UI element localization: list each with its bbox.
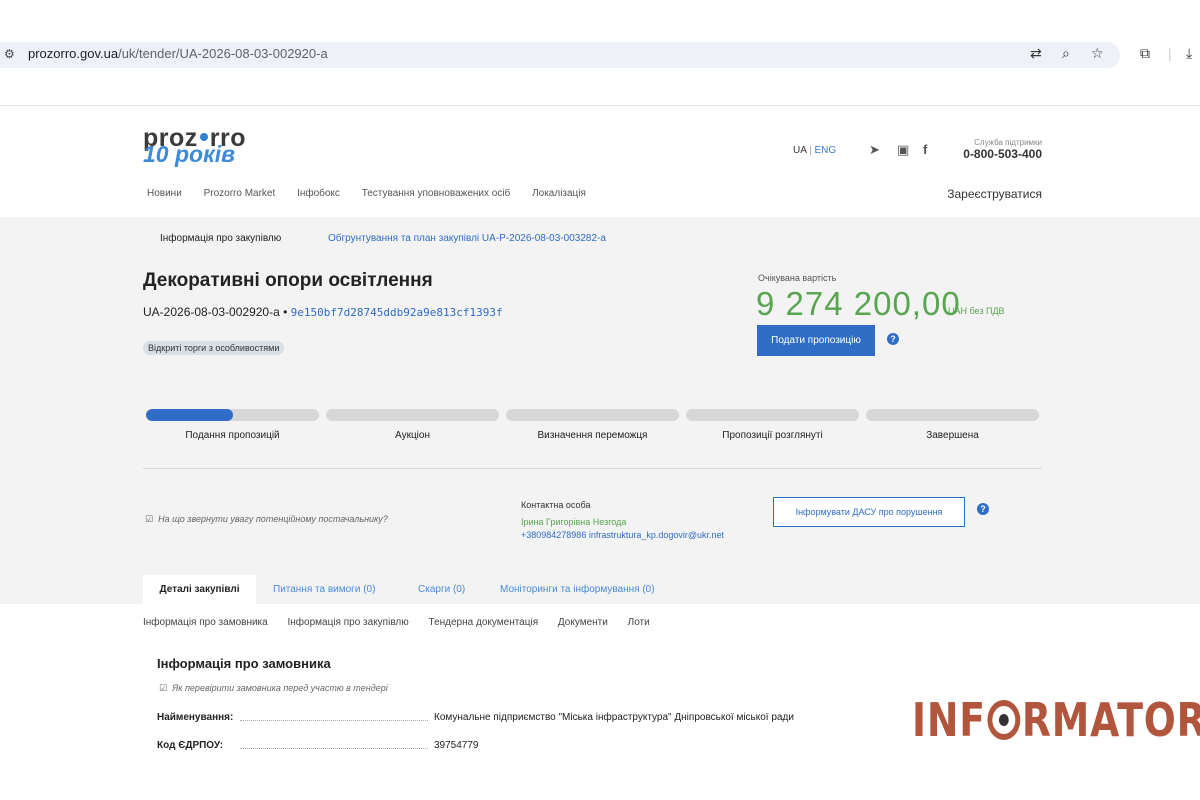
submit-proposal-button[interactable]: Подати пропозицію bbox=[757, 325, 875, 356]
watermark-left: INF bbox=[912, 693, 986, 747]
contact-name: Ірина Григорівна Незгода bbox=[521, 517, 627, 527]
extensions-icon[interactable]: ⧉ bbox=[1140, 45, 1150, 62]
support-phone[interactable]: 0-800-503-400 bbox=[963, 147, 1042, 161]
tender-summary: Інформація про закупівлю Обгрунтування т… bbox=[0, 217, 1200, 604]
browser-address-bar: ⚙ prozorro.gov.ua/uk/tender/UA-2026-08-0… bbox=[0, 38, 1200, 68]
register-link[interactable]: Зареєструватися bbox=[947, 187, 1042, 201]
progress-step-2-bar bbox=[326, 409, 499, 421]
lang-eng[interactable]: ENG bbox=[815, 145, 837, 156]
section-link-lots[interactable]: Лоти bbox=[628, 617, 650, 628]
nav-market[interactable]: Prozorro Market bbox=[204, 188, 276, 199]
url-domain: prozorro.gov.ua bbox=[28, 46, 119, 61]
price-label: Очікувана вартість bbox=[758, 273, 837, 283]
expected-price: 9 274 200,00 bbox=[756, 285, 961, 322]
section-link-procurement[interactable]: Інформація про закупівлю bbox=[288, 617, 409, 628]
support-label: Служба підтримки bbox=[974, 138, 1042, 147]
progress-step-4-label: Пропозиції розглянуті bbox=[722, 430, 823, 441]
language-switcher: UA | ENG bbox=[793, 145, 836, 156]
tab-monitoring[interactable]: Моніторинги та інформування (0) bbox=[500, 584, 655, 595]
section-link-documents[interactable]: Документи bbox=[558, 617, 608, 628]
help-icon[interactable]: ? bbox=[887, 333, 899, 345]
lang-separator: | bbox=[809, 145, 812, 156]
url-path: /uk/tender/UA-2026-08-03-002920-a bbox=[118, 46, 328, 61]
edrpou-value: 39754779 bbox=[434, 740, 479, 751]
external-link-icon: ☑ bbox=[159, 683, 168, 693]
subtab-plan-link[interactable]: Обгрунтування та план закупівлі UA-P-202… bbox=[328, 233, 606, 244]
nav-news[interactable]: Новини bbox=[147, 188, 182, 199]
prozorro-logo[interactable]: proz rro 10 років bbox=[143, 126, 246, 167]
zoom-icon[interactable]: ⌕ bbox=[1062, 45, 1070, 62]
dotted-leader bbox=[240, 748, 428, 749]
facebook-icon[interactable]: f bbox=[923, 142, 927, 157]
nav-testing[interactable]: Тестування уповноважених осіб bbox=[362, 188, 511, 199]
page-title: Декоративні опори освітлення bbox=[143, 270, 433, 291]
progress-step-1-bar bbox=[146, 409, 319, 421]
customer-section-title: Інформація про замовника bbox=[157, 656, 331, 671]
supplier-hint-link[interactable]: ☑ На що звернути увагу потенційному пост… bbox=[145, 514, 388, 525]
support-block: Служба підтримки 0-800-503-400 bbox=[963, 138, 1042, 161]
tab-questions[interactable]: Питання та вимоги (0) bbox=[273, 584, 375, 595]
price-unit: UAH без ПДВ bbox=[948, 306, 1005, 316]
tender-hash[interactable]: 9e150bf7d28745ddb92a9e813cf1393f bbox=[291, 306, 503, 319]
nav-localization[interactable]: Локалізація bbox=[532, 188, 586, 199]
download-icon[interactable]: ⤓ bbox=[1186, 45, 1192, 62]
procedure-badge: Відкриті торги з особливостями bbox=[143, 341, 285, 355]
details-section-nav: Інформація про замовника Інформація про … bbox=[143, 617, 667, 628]
telegram-icon[interactable]: ➤ bbox=[869, 142, 880, 158]
progress-step-2-label: Аукціон bbox=[395, 430, 430, 441]
tender-id-line: UA-2026-08-03-002920-a • 9e150bf7d28745d… bbox=[143, 305, 503, 319]
tender-id: UA-2026-08-03-002920-a bbox=[143, 305, 280, 319]
tender-id-separator: • bbox=[283, 305, 288, 319]
external-link-icon: ☑ bbox=[145, 514, 154, 524]
translate-icon[interactable]: ⇄ bbox=[1030, 45, 1042, 62]
youtube-icon[interactable]: ▣ bbox=[897, 142, 909, 158]
report-dasu-button[interactable]: Інформувати ДАСУ про порушення bbox=[773, 497, 965, 527]
watermark-right: RMATOR bbox=[1021, 693, 1200, 747]
informator-watermark: INF RMATOR bbox=[912, 693, 1200, 747]
lang-ua[interactable]: UA bbox=[793, 145, 806, 156]
section-link-customer[interactable]: Інформація про замовника bbox=[143, 617, 268, 628]
section-divider bbox=[143, 468, 1042, 469]
progress-step-1-fill bbox=[146, 409, 233, 421]
main-nav: Новини Prozorro Market Інфобокс Тестуван… bbox=[147, 188, 605, 199]
customer-name-label: Найменування: bbox=[157, 712, 234, 723]
watermark-eye-icon bbox=[987, 700, 1021, 740]
url-text[interactable]: prozorro.gov.ua/uk/tender/UA-2026-08-03-… bbox=[28, 46, 328, 61]
logo-anniversary: 10 років bbox=[143, 141, 236, 167]
progress-step-5-label: Завершена bbox=[926, 430, 979, 441]
subtab-tender-info[interactable]: Інформація про закупівлю bbox=[160, 233, 281, 244]
nav-infobox[interactable]: Інфобокс bbox=[297, 188, 340, 199]
progress-step-4-bar bbox=[686, 409, 859, 421]
bookmark-star-icon[interactable]: ☆ bbox=[1091, 45, 1104, 62]
contact-label: Контактна особа bbox=[521, 500, 591, 510]
supplier-hint-text: На що звернути увагу потенційному постач… bbox=[158, 514, 388, 524]
check-customer-link[interactable]: ☑ Як перевірити замовника перед участю в… bbox=[159, 683, 388, 694]
help-icon-dasu[interactable]: ? bbox=[977, 503, 989, 515]
progress-step-5-bar bbox=[866, 409, 1039, 421]
tab-procurement-details[interactable]: Деталі закупівлі bbox=[143, 575, 256, 604]
progress-step-3-label: Визначення переможця bbox=[537, 430, 648, 441]
section-link-tender-docs[interactable]: Тендерна документація bbox=[429, 617, 539, 628]
check-customer-text: Як перевірити замовника перед участю в т… bbox=[172, 683, 388, 693]
site-header: proz rro 10 років UA | ENG ➤ ▣ f Служба п… bbox=[0, 106, 1200, 217]
toolbar-divider: | bbox=[1168, 45, 1172, 61]
dotted-leader bbox=[240, 720, 428, 721]
edrpou-label: Код ЄДРПОУ: bbox=[157, 740, 224, 751]
tab-complaints[interactable]: Скарги (0) bbox=[418, 584, 465, 595]
contact-phone-email[interactable]: +380984278986 infrastruktura_kp.dogovir@… bbox=[521, 530, 724, 540]
progress-step-3-bar bbox=[506, 409, 679, 421]
progress-step-1-label: Подання пропозицій bbox=[185, 430, 280, 441]
site-settings-icon[interactable]: ⚙ bbox=[4, 47, 15, 61]
customer-name-value: Комунальне підприємство "Міська інфрастр… bbox=[434, 712, 794, 723]
